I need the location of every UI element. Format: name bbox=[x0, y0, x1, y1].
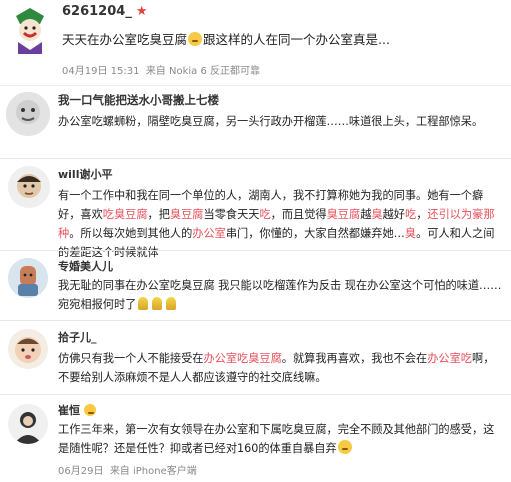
avatar[interactable] bbox=[8, 404, 48, 444]
avatar[interactable] bbox=[6, 92, 50, 136]
divider bbox=[0, 250, 511, 251]
divider bbox=[0, 158, 511, 159]
emoji-icon bbox=[84, 404, 96, 416]
comment-4: 拾子儿_ 仿佛只有我一个人不能接受在办公室吃臭豆腐。就算我再喜欢，我也不会在办公… bbox=[0, 323, 511, 391]
comment-text-segment: 当零食天天 bbox=[203, 208, 260, 221]
pray-icon bbox=[152, 297, 163, 310]
comment-1: 我一口气能把送水小哥搬上七楼 办公室吃螺蛳粉，隔壁吃臭豆腐，另一头行政办开榴莲…… bbox=[0, 88, 511, 152]
avatar-joker-image bbox=[6, 6, 54, 54]
comment-meta: 06月29日 来自 iPhone客户端 bbox=[58, 462, 197, 477]
comment-text-segment: 。所以每次她到其他人的 bbox=[69, 227, 193, 240]
comment-date: 06月29日 bbox=[58, 466, 104, 477]
comment-text: 我无耻的同事在办公室吃臭豆腐 我只能以吃榴莲作为反击 现在办公室这个可怕的味道…… bbox=[58, 279, 502, 311]
avatar[interactable] bbox=[8, 166, 50, 208]
avatar[interactable] bbox=[8, 258, 48, 298]
comment-text: 办公室吃螺蛳粉，隔壁吃臭豆腐，另一头行政办开榴莲……味道很上头，工程部惊呆。 bbox=[58, 115, 484, 128]
comment-username[interactable]: 拾子儿_ bbox=[58, 329, 97, 345]
comment-text-segment: ， bbox=[416, 208, 428, 221]
avatar-figure-image bbox=[8, 258, 48, 298]
highlight-text: 臭 bbox=[371, 208, 383, 221]
divider bbox=[0, 320, 511, 321]
highlight-text: 吃臭豆腐 bbox=[102, 208, 148, 221]
avatar-baby-image bbox=[8, 329, 48, 369]
comment-3: 专婚美人儿 我无耻的同事在办公室吃臭豆腐 我只能以吃榴莲作为反击 现在办公室这个… bbox=[0, 252, 511, 318]
comment-5: 崔恒 工作三年来，第一次有女领导在办公室和下属吃臭豆腐，完全不顾及其他部门的感受… bbox=[0, 396, 511, 482]
avatar-face-image bbox=[8, 166, 50, 208]
comment-username[interactable]: 专婚美人儿 bbox=[58, 258, 113, 274]
comment-username[interactable]: will谢小平 bbox=[58, 166, 112, 182]
comment-text-segment: ，把 bbox=[147, 208, 170, 221]
post-meta: 04月19日 15:31 来自 Nokia 6 反正都可靠 bbox=[62, 62, 260, 77]
highlight-text: 臭豆腐 bbox=[326, 208, 361, 221]
avatar-figure-image bbox=[8, 404, 48, 444]
comment-text-segment: 串门，你懂的，大家自然都嫌弃她… bbox=[225, 227, 405, 240]
highlight-text: 办公室 bbox=[192, 227, 226, 240]
star-icon: ★ bbox=[135, 4, 148, 19]
avatar[interactable] bbox=[8, 329, 48, 369]
emoji-icon bbox=[337, 440, 352, 454]
post-username[interactable]: 6261204_ ★ bbox=[62, 4, 147, 19]
post-source[interactable]: 来自 Nokia 6 反正都可靠 bbox=[146, 66, 260, 77]
avatar[interactable] bbox=[6, 6, 54, 54]
post-date: 04月19日 15:31 bbox=[62, 66, 140, 77]
comment-2: will谢小平 有一个工作中和我在同一个单位的人，湖南人，我不打算称她为我的同事… bbox=[0, 160, 511, 259]
main-post: 6261204_ ★ 天天在办公室吃臭豆腐 跟这样的人在同一个办公室真是... 04… bbox=[0, 0, 511, 84]
highlight-text: 臭 bbox=[404, 227, 417, 240]
comment-username[interactable]: 崔恒 bbox=[58, 402, 97, 418]
comment-source[interactable]: 来自 iPhone客户端 bbox=[110, 466, 197, 477]
pray-icon bbox=[138, 297, 149, 310]
comment-text-segment: 越好 bbox=[382, 208, 405, 221]
comment-text: 仿佛只有我一个人不能接受在办公室吃臭豆腐。就算我再喜欢，我也不会在办公室吃啊，不… bbox=[58, 352, 495, 384]
divider bbox=[0, 85, 511, 86]
avatar-face-image bbox=[6, 92, 50, 136]
comment-username[interactable]: 我一口气能把送水小哥搬上七楼 bbox=[58, 92, 219, 108]
highlight-text: 吃 bbox=[259, 208, 271, 221]
post-text: 天天在办公室吃臭豆腐 跟这样的人在同一个办公室真是... bbox=[62, 32, 390, 47]
highlight-text: 吃 bbox=[404, 208, 417, 221]
comment-text: 工作三年来，第一次有女领导在办公室和下属吃臭豆腐，完全不顾及其他部门的感受，这是… bbox=[58, 423, 495, 455]
highlight-text: 臭豆腐 bbox=[169, 208, 204, 221]
divider bbox=[0, 394, 511, 395]
comment-text-segment: ，而且觉得 bbox=[270, 208, 327, 221]
pray-icon bbox=[166, 297, 177, 310]
emoji-icon bbox=[188, 32, 203, 46]
comment-text-segment: 越 bbox=[360, 208, 372, 221]
